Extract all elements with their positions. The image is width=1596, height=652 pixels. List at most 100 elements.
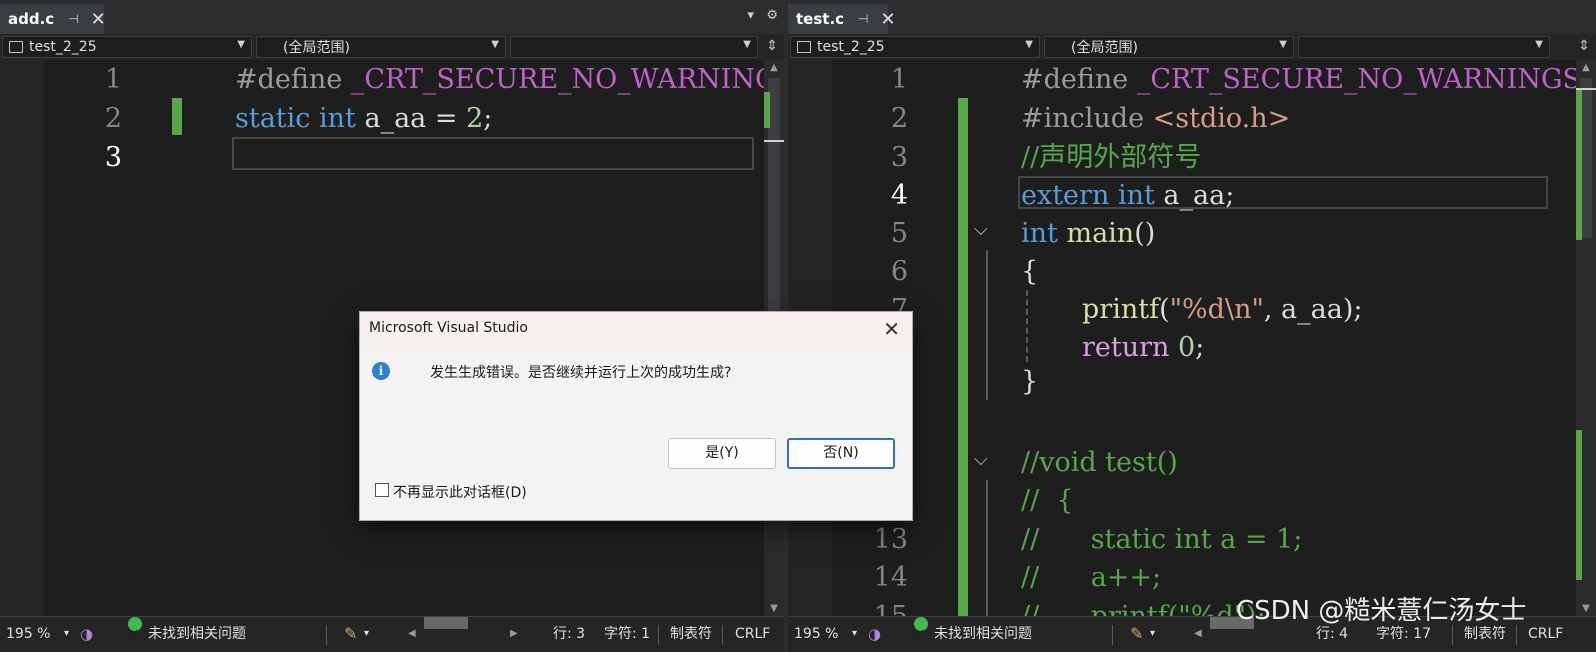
chevron-down-icon[interactable]: ▾ bbox=[1150, 617, 1155, 651]
code-line: 1 #define _CRT_SECURE_NO_WARNINGS bbox=[788, 60, 1581, 99]
copilot-icon[interactable]: ◑ bbox=[80, 617, 93, 651]
tab-label: test.c bbox=[796, 10, 845, 28]
dialog-titlebar: Microsoft Visual Studio ✕ bbox=[360, 312, 912, 346]
scroll-up-arrow-icon[interactable]: ▲ bbox=[1576, 62, 1596, 73]
line-number: 5 bbox=[890, 218, 908, 249]
line-number: 4 bbox=[890, 180, 908, 211]
line-number: 13 bbox=[873, 524, 908, 555]
code-line: 3 //声明外部符号 bbox=[788, 138, 1576, 177]
line-number: 1 bbox=[890, 64, 908, 95]
dialog-title: Microsoft Visual Studio bbox=[369, 320, 528, 336]
chevron-down-icon: ▼ bbox=[237, 39, 245, 50]
code-text: #include <stdio.h> bbox=[1021, 103, 1291, 134]
chevron-down-icon: ▼ bbox=[491, 39, 499, 50]
zoom-level[interactable]: 195 % bbox=[794, 617, 838, 651]
code-text: // { bbox=[1021, 485, 1074, 516]
navigation-bar: test_2_25 ▼ (全局范围) ▼ ▼ ⇕ bbox=[0, 34, 784, 60]
chevron-down-icon: ▼ bbox=[1279, 39, 1287, 50]
char-indicator[interactable]: 字符: 1 bbox=[604, 617, 650, 651]
close-icon[interactable]: ✕ bbox=[883, 317, 900, 341]
member-dropdown[interactable]: ▼ bbox=[1298, 36, 1550, 58]
divider bbox=[1112, 625, 1113, 645]
scroll-change-marker bbox=[764, 92, 770, 128]
scope-dropdown[interactable]: (全局范围) ▼ bbox=[1044, 36, 1294, 58]
line-number: 14 bbox=[873, 562, 908, 593]
tab-test-c[interactable]: test.c ⊣ ✕ bbox=[788, 4, 896, 34]
line-ending[interactable]: CRLF bbox=[735, 617, 770, 651]
project-dropdown[interactable]: test_2_25 ▼ bbox=[790, 36, 1040, 58]
scroll-left-arrow-icon[interactable]: ◀ bbox=[1194, 617, 1202, 651]
scroll-right-arrow-icon[interactable]: ▶ bbox=[510, 617, 518, 651]
project-name: test_2_25 bbox=[29, 39, 97, 55]
project-icon bbox=[9, 41, 23, 53]
project-icon bbox=[797, 41, 811, 53]
scroll-down-arrow-icon[interactable]: ▼ bbox=[1576, 603, 1596, 614]
no-button[interactable]: 否(N) bbox=[787, 438, 895, 469]
close-icon[interactable]: ✕ bbox=[91, 9, 106, 30]
brush-icon[interactable]: ✎ bbox=[1130, 617, 1143, 651]
navigation-bar: test_2_25 ▼ (全局范围) ▼ ▼ ⇕ bbox=[788, 34, 1596, 60]
code-text: #define _CRT_SECURE_NO_WARNINGS bbox=[235, 64, 784, 95]
member-dropdown[interactable]: ▼ bbox=[510, 36, 758, 58]
issues-label: 未找到相关问题 bbox=[148, 626, 246, 642]
gear-icon[interactable]: ⚙ bbox=[766, 8, 778, 23]
build-error-dialog: Microsoft Visual Studio ✕ i 发生生成错误。是否继续并… bbox=[359, 311, 913, 521]
line-number: 3 bbox=[890, 142, 908, 173]
editor-status-bar: 195 % ▾ ◑ ✓ 未找到相关问题 ✎ ▾ ◀ ▶ 行: 3 字符: 1 制… bbox=[0, 616, 784, 652]
zoom-level[interactable]: 195 % bbox=[6, 617, 50, 651]
horizontal-scroll-thumb[interactable] bbox=[424, 617, 468, 629]
line-number: 1 bbox=[104, 64, 122, 95]
code-line: 2 #include <stdio.h> bbox=[788, 99, 1576, 138]
close-icon[interactable]: ✕ bbox=[881, 9, 896, 30]
line-number: 6 bbox=[890, 256, 908, 287]
code-text: int main() bbox=[1021, 218, 1156, 249]
indent-mode[interactable]: 制表符 bbox=[670, 617, 712, 651]
scroll-left-arrow-icon[interactable]: ◀ bbox=[408, 617, 416, 651]
code-text: printf("%d\n", a_aa); bbox=[1082, 294, 1363, 325]
project-name: test_2_25 bbox=[817, 39, 885, 55]
scope-label: (全局范围) bbox=[1071, 40, 1138, 56]
chevron-down-icon: ▼ bbox=[743, 39, 751, 50]
tab-add-c[interactable]: add.c ⊣ ✕ bbox=[0, 4, 106, 34]
yes-button[interactable]: 是(Y) bbox=[668, 438, 776, 469]
line-ending[interactable]: CRLF bbox=[1528, 617, 1563, 651]
scroll-caret-marker bbox=[1576, 88, 1596, 90]
code-text: //void test() bbox=[1021, 447, 1178, 478]
scroll-up-arrow-icon[interactable]: ▲ bbox=[764, 62, 784, 73]
zoom-dropdown-icon[interactable]: ▾ bbox=[852, 617, 857, 651]
pin-icon[interactable]: ⊣ bbox=[68, 12, 78, 26]
split-icon[interactable]: ⇕ bbox=[1578, 38, 1590, 54]
code-text: // a++; bbox=[1021, 562, 1162, 593]
chevron-down-icon: ▼ bbox=[1025, 39, 1033, 50]
copilot-icon[interactable]: ◑ bbox=[868, 617, 881, 651]
pin-icon[interactable]: ⊣ bbox=[858, 12, 868, 26]
divider bbox=[326, 625, 327, 645]
watermark: CSDN @糙米薏仁汤女士 bbox=[1236, 596, 1527, 626]
project-dropdown[interactable]: test_2_25 ▼ bbox=[2, 36, 252, 58]
dont-show-again-label[interactable]: 不再显示此对话框(D) bbox=[393, 482, 527, 502]
code-line: 6 { bbox=[788, 252, 1576, 291]
tab-strip: test.c ⊣ ✕ bbox=[788, 0, 1596, 34]
dropdown-icon[interactable]: ▾ bbox=[747, 8, 754, 23]
zoom-dropdown-icon[interactable]: ▾ bbox=[64, 617, 69, 651]
check-icon: ✓ bbox=[914, 617, 928, 639]
code-text: } bbox=[1021, 366, 1039, 397]
divider bbox=[658, 625, 659, 645]
line-indicator[interactable]: 行: 3 bbox=[553, 617, 585, 651]
code-line: 4 extern int a_aa; bbox=[788, 176, 1576, 215]
vertical-scrollbar[interactable]: ▲ ▼ bbox=[1576, 60, 1596, 616]
chevron-down-icon[interactable]: ▾ bbox=[364, 617, 369, 651]
scope-dropdown[interactable]: (全局范围) ▼ bbox=[256, 36, 506, 58]
scroll-down-arrow-icon[interactable]: ▼ bbox=[764, 603, 784, 614]
line-number: 2 bbox=[104, 103, 122, 134]
code-text: //声明外部符号 bbox=[1021, 142, 1202, 173]
code-line: 2 static int a_aa = 2; bbox=[0, 99, 764, 138]
check-icon: ✓ bbox=[128, 617, 142, 639]
brush-icon[interactable]: ✎ bbox=[344, 617, 357, 651]
tab-tools: ▾ ⚙ bbox=[747, 8, 778, 23]
code-text: #define _CRT_SECURE_NO_WARNINGS bbox=[1021, 64, 1582, 95]
chevron-down-icon: ▼ bbox=[1535, 39, 1543, 50]
code-line: 5 int main() bbox=[788, 214, 1576, 253]
split-icon[interactable]: ⇕ bbox=[766, 38, 778, 54]
dont-show-again-checkbox[interactable] bbox=[375, 483, 389, 497]
